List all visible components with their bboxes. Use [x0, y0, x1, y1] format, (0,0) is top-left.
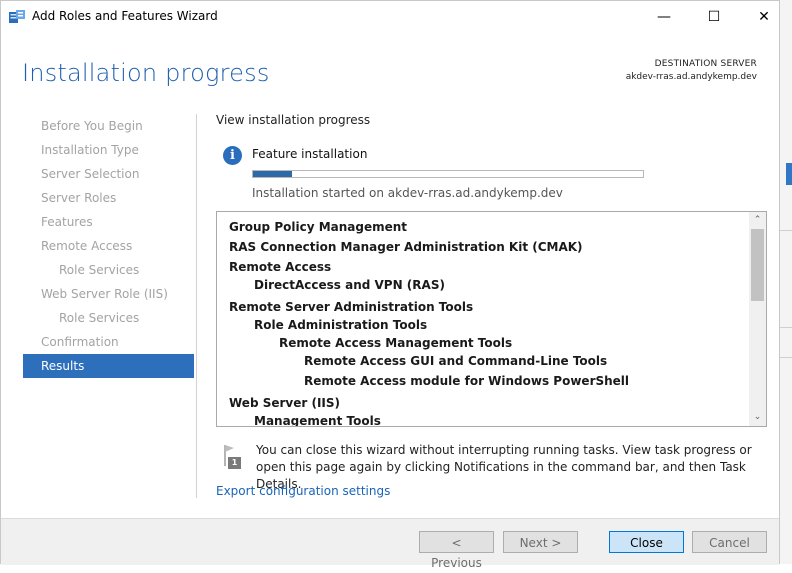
list-item: Remote Access GUI and Command-Line Tools — [304, 354, 608, 368]
list-item: DirectAccess and VPN (RAS) — [254, 278, 445, 292]
background-window-edge — [780, 0, 792, 564]
feature-list[interactable]: Group Policy Management RAS Connection M… — [216, 211, 767, 427]
list-item: RAS Connection Manager Administration Ki… — [229, 240, 583, 254]
scroll-down-icon[interactable]: ⌄ — [749, 409, 766, 426]
close-icon: ✕ — [758, 9, 770, 25]
installation-started-text: Installation started on akdev-rras.ad.an… — [252, 186, 563, 200]
destination-server-label: DESTINATION SERVER — [654, 59, 757, 69]
info-icon: i — [223, 146, 242, 165]
section-label: View installation progress — [216, 113, 371, 127]
scroll-up-icon[interactable]: ⌃ — [749, 212, 766, 229]
nav-item-remote-access-role-services[interactable]: Role Services — [23, 258, 194, 282]
previous-button[interactable]: < Previous — [419, 531, 494, 570]
wizard-nav: Before You Begin Installation Type Serve… — [23, 114, 194, 378]
list-item: Remote Server Administration Tools — [229, 300, 474, 314]
notification-flag-icon: 1 — [222, 444, 242, 470]
nav-item-confirmation[interactable]: Confirmation — [23, 330, 194, 354]
background-divider — [780, 327, 792, 328]
wizard-window: Add Roles and Features Wizard — ☐ ✕ Inst… — [0, 0, 780, 570]
nav-item-web-server-role-services[interactable]: Role Services — [23, 306, 194, 330]
page-title: Installation progress — [22, 59, 270, 87]
title-bar[interactable]: Add Roles and Features Wizard — ☐ ✕ — [1, 1, 779, 33]
minimize-button[interactable]: — — [641, 1, 687, 33]
list-item: Remote Access Management Tools — [279, 336, 513, 350]
window-title: Add Roles and Features Wizard — [32, 9, 218, 23]
cancel-button[interactable]: Cancel — [692, 531, 767, 553]
feature-list-scrollbar[interactable]: ⌃ ⌄ — [749, 212, 766, 426]
next-button[interactable]: Next > — [503, 531, 578, 553]
installation-progress-bar — [252, 170, 644, 178]
nav-item-remote-access[interactable]: Remote Access — [23, 234, 194, 258]
background-divider — [780, 357, 792, 358]
server-manager-icon — [9, 10, 25, 23]
nav-item-features[interactable]: Features — [23, 210, 194, 234]
background-divider — [780, 230, 792, 231]
minimize-icon: — — [657, 9, 671, 25]
list-item: Remote Access module for Windows PowerSh… — [304, 374, 630, 388]
background-accent — [786, 163, 792, 185]
list-item: Web Server (IIS) — [229, 396, 341, 410]
wizard-footer: < Previous Next > Close Cancel — [1, 518, 779, 570]
nav-item-before-you-begin[interactable]: Before You Begin — [23, 114, 194, 138]
export-configuration-link[interactable]: Export configuration settings — [216, 484, 390, 498]
scroll-thumb[interactable] — [751, 229, 764, 301]
feature-installation-label: Feature installation — [252, 147, 368, 161]
list-item: Remote Access — [229, 260, 332, 274]
destination-server-name: akdev-rras.ad.andykemp.dev — [625, 72, 757, 82]
list-item: Group Policy Management — [229, 220, 408, 234]
maximize-button[interactable]: ☐ — [691, 1, 737, 33]
nav-divider — [196, 114, 197, 498]
nav-item-results[interactable]: Results — [23, 354, 194, 378]
list-item: Role Administration Tools — [254, 318, 428, 332]
close-button[interactable]: Close — [609, 531, 684, 553]
nav-item-server-selection[interactable]: Server Selection — [23, 162, 194, 186]
maximize-icon: ☐ — [707, 9, 721, 25]
progress-fill — [253, 171, 292, 177]
nav-item-server-roles[interactable]: Server Roles — [23, 186, 194, 210]
wizard-header: Installation progress DESTINATION SERVER… — [1, 33, 779, 113]
nav-item-installation-type[interactable]: Installation Type — [23, 138, 194, 162]
notification-badge: 1 — [231, 458, 238, 467]
nav-item-web-server-role[interactable]: Web Server Role (IIS) — [23, 282, 194, 306]
list-item: Management Tools — [254, 414, 381, 427]
